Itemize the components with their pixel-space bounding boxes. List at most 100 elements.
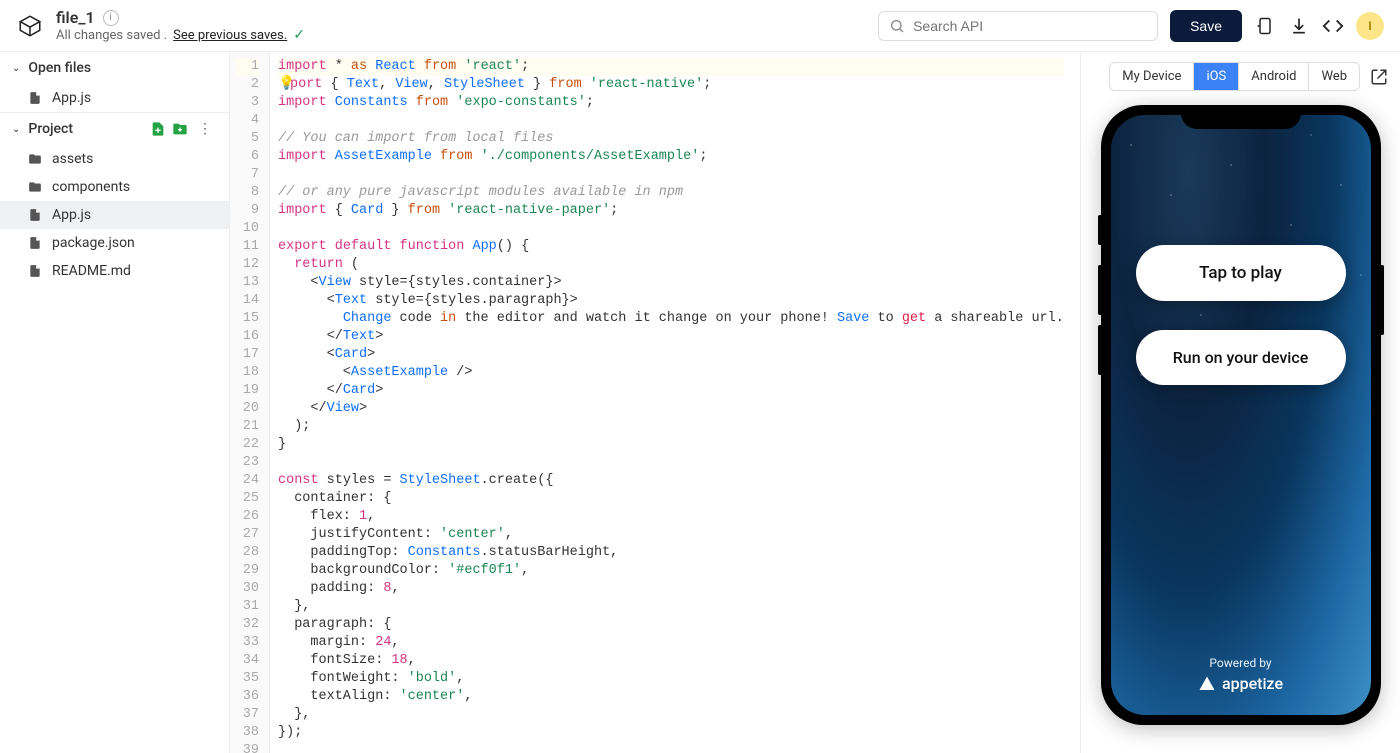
- code-line[interactable]: 💡port { Text, View, StyleSheet } from 'r…: [278, 76, 1064, 94]
- code-line[interactable]: // You can import from local files: [278, 130, 1064, 148]
- code-line[interactable]: [278, 112, 1064, 130]
- more-menu-icon[interactable]: ⋮: [194, 121, 217, 137]
- file-name: App.js: [52, 207, 91, 223]
- code-line[interactable]: }: [278, 436, 1064, 454]
- search-input-wrapper[interactable]: [878, 11, 1158, 41]
- code-editor[interactable]: 1234567891011121314151617181920212223242…: [230, 52, 1080, 753]
- code-line[interactable]: fontWeight: 'bold',: [278, 670, 1064, 688]
- download-icon[interactable]: [1288, 15, 1310, 37]
- platform-tabs: My DeviceiOSAndroidWeb: [1109, 62, 1360, 91]
- chevron-down-icon: ⌄: [12, 63, 20, 74]
- platform-tab-android[interactable]: Android: [1239, 63, 1309, 90]
- preview-device-icon[interactable]: [1254, 15, 1276, 37]
- code-line[interactable]: import * as React from 'react';: [278, 58, 1064, 76]
- code-line[interactable]: justifyContent: 'center',: [278, 526, 1064, 544]
- folder-icon: [28, 152, 42, 166]
- powered-by-label: Powered by: [1111, 656, 1371, 670]
- device-screen: Tap to play Run on your device Powered b…: [1111, 115, 1371, 715]
- appetize-brand: appetize: [1222, 674, 1283, 693]
- code-line[interactable]: </Text>: [278, 328, 1064, 346]
- file-name: README.md: [52, 263, 131, 279]
- user-avatar[interactable]: I: [1356, 12, 1384, 40]
- code-line[interactable]: <Card>: [278, 346, 1064, 364]
- search-input[interactable]: [913, 18, 1147, 34]
- code-line[interactable]: import AssetExample from './components/A…: [278, 148, 1064, 166]
- code-line[interactable]: backgroundColor: '#ecf0f1',: [278, 562, 1064, 580]
- open-files-label: Open files: [28, 60, 91, 76]
- snack-logo-icon: [16, 12, 44, 40]
- embed-code-icon[interactable]: [1322, 15, 1344, 37]
- code-line[interactable]: },: [278, 706, 1064, 724]
- code-line[interactable]: [278, 454, 1064, 472]
- open-file-item[interactable]: App.js: [0, 84, 229, 112]
- project-header[interactable]: ⌄ Project ⋮: [0, 112, 229, 145]
- code-line[interactable]: <View style={styles.container}>: [278, 274, 1064, 292]
- search-icon: [889, 18, 905, 34]
- project-item[interactable]: components: [0, 173, 229, 201]
- code-line[interactable]: import { Card } from 'react-native-paper…: [278, 202, 1064, 220]
- code-line[interactable]: return (: [278, 256, 1064, 274]
- code-line[interactable]: [278, 166, 1064, 184]
- code-line[interactable]: </Card>: [278, 382, 1064, 400]
- file-name: assets: [52, 151, 93, 167]
- code-line[interactable]: // or any pure javascript modules availa…: [278, 184, 1064, 202]
- code-line[interactable]: container: {: [278, 490, 1064, 508]
- project-item[interactable]: README.md: [0, 257, 229, 285]
- previous-saves-link[interactable]: See previous saves.: [173, 28, 287, 43]
- code-line[interactable]: Change code in the editor and watch it c…: [278, 310, 1064, 328]
- file-name: package.json: [52, 235, 135, 251]
- chevron-down-icon: ⌄: [12, 124, 20, 135]
- line-gutter: 1234567891011121314151617181920212223242…: [230, 52, 270, 753]
- code-line[interactable]: </View>: [278, 400, 1064, 418]
- project-item[interactable]: assets: [0, 145, 229, 173]
- file-icon: [28, 264, 42, 278]
- code-line[interactable]: fontSize: 18,: [278, 652, 1064, 670]
- code-line[interactable]: paddingTop: Constants.statusBarHeight,: [278, 544, 1064, 562]
- new-folder-icon[interactable]: [172, 121, 188, 137]
- code-line[interactable]: flex: 1,: [278, 508, 1064, 526]
- device-frame: Tap to play Run on your device Powered b…: [1101, 105, 1381, 725]
- code-line[interactable]: <Text style={styles.paragraph}>: [278, 292, 1064, 310]
- open-files-header[interactable]: ⌄ Open files: [0, 52, 229, 84]
- code-line[interactable]: [278, 220, 1064, 238]
- code-line[interactable]: export default function App() {: [278, 238, 1064, 256]
- platform-tab-web[interactable]: Web: [1309, 63, 1359, 90]
- check-icon: ✓: [293, 27, 305, 43]
- project-label: Project: [28, 121, 73, 137]
- project-item[interactable]: App.js: [0, 201, 229, 229]
- code-line[interactable]: <AssetExample />: [278, 364, 1064, 382]
- preview-pane: My DeviceiOSAndroidWeb Tap to play Run o…: [1080, 52, 1400, 753]
- code-line[interactable]: });: [278, 724, 1064, 742]
- code-line[interactable]: import Constants from 'expo-constants';: [278, 94, 1064, 112]
- code-content[interactable]: import * as React from 'react';💡port { T…: [270, 52, 1076, 753]
- file-name: App.js: [52, 90, 91, 106]
- project-title[interactable]: file_1: [56, 8, 95, 27]
- sidebar: ⌄ Open files App.js ⌄ Project ⋮ assets co…: [0, 52, 230, 753]
- header: file_1 i All changes saved . See previou…: [0, 0, 1400, 52]
- platform-tab-ios[interactable]: iOS: [1194, 63, 1239, 90]
- file-icon: [28, 91, 42, 105]
- save-button[interactable]: Save: [1170, 10, 1242, 42]
- save-status-text: All changes saved .: [56, 28, 167, 43]
- code-line[interactable]: );: [278, 418, 1064, 436]
- code-line[interactable]: paragraph: {: [278, 616, 1064, 634]
- file-icon: [28, 236, 42, 250]
- code-line[interactable]: padding: 8,: [278, 580, 1064, 598]
- folder-icon: [28, 180, 42, 194]
- code-line[interactable]: },: [278, 598, 1064, 616]
- save-status: All changes saved . See previous saves. …: [56, 27, 305, 43]
- powered-by: Powered by appetize: [1111, 656, 1371, 693]
- code-line[interactable]: const styles = StyleSheet.create({: [278, 472, 1064, 490]
- tap-to-play-button[interactable]: Tap to play: [1136, 245, 1346, 301]
- new-file-icon[interactable]: [150, 121, 166, 137]
- code-line[interactable]: textAlign: 'center',: [278, 688, 1064, 706]
- code-line[interactable]: margin: 24,: [278, 634, 1064, 652]
- info-icon[interactable]: i: [103, 10, 119, 26]
- open-external-icon[interactable]: [1370, 68, 1388, 86]
- appetize-logo-icon: [1198, 675, 1216, 693]
- project-item[interactable]: package.json: [0, 229, 229, 257]
- run-on-device-button[interactable]: Run on your device: [1136, 330, 1346, 385]
- code-line[interactable]: [278, 742, 1064, 753]
- file-name: components: [52, 179, 130, 195]
- platform-tab-my-device[interactable]: My Device: [1110, 63, 1194, 90]
